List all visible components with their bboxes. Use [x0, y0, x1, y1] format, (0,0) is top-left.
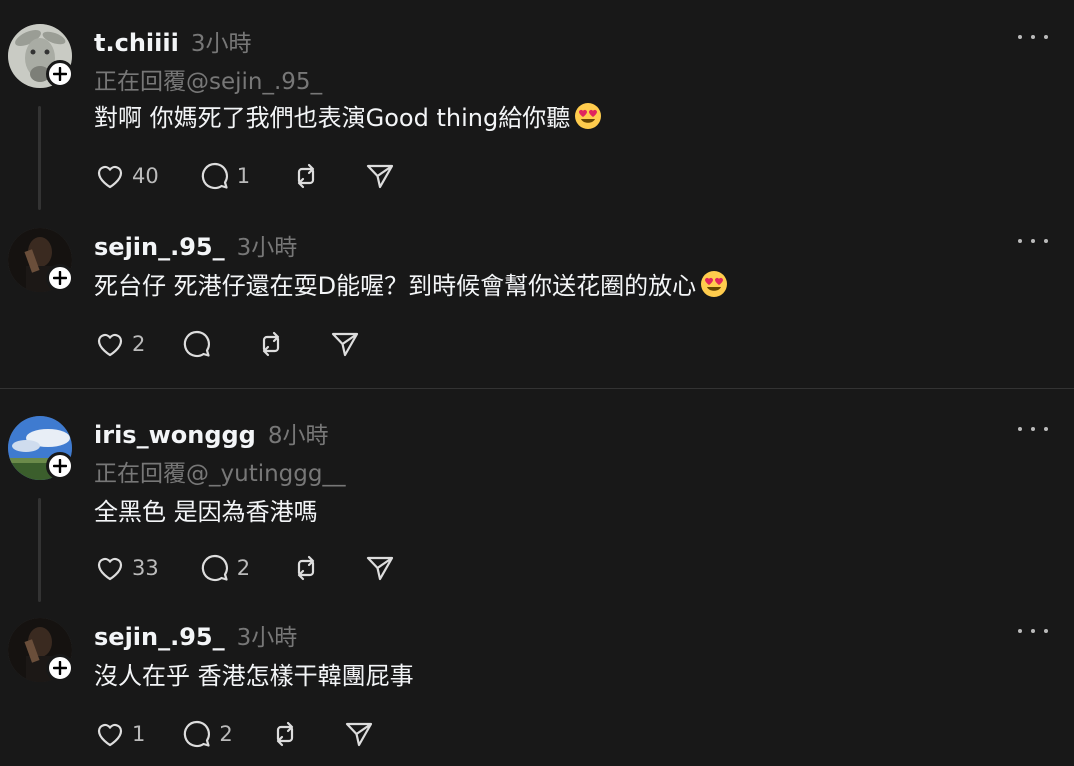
follow-button[interactable] — [46, 264, 74, 292]
heart-eyes-emoji-icon — [700, 270, 728, 298]
heart-icon — [97, 165, 123, 189]
comment-icon — [184, 720, 211, 748]
post-text-row: 對啊 你媽死了我們也表演Good thing給你聽 — [94, 98, 602, 133]
heart-icon — [97, 557, 123, 581]
like-count: 1 — [132, 722, 146, 746]
thread-line — [38, 106, 41, 210]
heart-icon — [97, 723, 123, 747]
repost-icon — [298, 163, 315, 189]
avatar[interactable] — [8, 618, 74, 682]
reply-post: sejin_.95_ 3小時 死台仔 死港仔還在耍D能喔？到時候會幫你送花圈的放… — [0, 228, 1074, 378]
like-count: 40 — [132, 164, 159, 188]
send-icon — [345, 722, 372, 747]
comment-button[interactable]: 2 — [181, 718, 233, 750]
avatar[interactable] — [8, 24, 74, 88]
repost-button[interactable] — [290, 552, 322, 584]
follow-button[interactable] — [46, 60, 74, 88]
like-button[interactable]: 2 — [94, 328, 145, 360]
repost-button[interactable] — [290, 160, 322, 192]
thread-line — [38, 498, 41, 602]
comment-count: 1 — [236, 164, 251, 188]
username[interactable]: sejin_.95_ — [94, 623, 225, 651]
reply-post: sejin_.95_ 3小時 沒人在乎 香港怎樣干韓團屁事 1 2 — [0, 618, 1074, 766]
plus-icon — [53, 67, 67, 81]
reply-post: iris_wonggg 8小時 正在回覆@_yutinggg__ 全黑色 是因為… — [0, 416, 1074, 602]
share-button[interactable] — [329, 328, 361, 360]
share-button[interactable] — [364, 552, 396, 584]
send-icon — [367, 164, 394, 189]
send-icon — [332, 332, 359, 357]
comment-icon — [201, 554, 228, 582]
share-button[interactable] — [364, 160, 396, 192]
more-options-icon[interactable] — [1018, 30, 1048, 44]
timestamp[interactable]: 8小時 — [268, 416, 329, 450]
replying-to[interactable]: 正在回覆@sejin_.95_ — [94, 62, 322, 96]
heart-icon — [97, 333, 123, 357]
repost-button[interactable] — [269, 718, 301, 750]
post-text-row: 死台仔 死港仔還在耍D能喔？到時候會幫你送花圈的放心 — [94, 266, 728, 301]
reply-post: t.chiiii 3小時 正在回覆@sejin_.95_ 對啊 你媽死了我們也表… — [0, 24, 1074, 210]
follow-button[interactable] — [46, 452, 74, 480]
avatar[interactable] — [8, 228, 74, 292]
more-options-icon[interactable] — [1018, 234, 1048, 248]
comment-button[interactable]: 2 — [199, 552, 250, 584]
like-count: 2 — [132, 332, 146, 356]
action-bar: 33 2 — [94, 552, 396, 584]
post-text-row: 全黑色 是因為香港嗎 — [94, 492, 318, 527]
plus-icon — [53, 459, 67, 473]
repost-icon — [276, 721, 293, 747]
comment-button[interactable]: 1 — [199, 160, 250, 192]
plus-icon — [53, 661, 67, 675]
follow-button[interactable] — [46, 654, 74, 682]
like-button[interactable]: 33 — [94, 552, 159, 584]
post-text: 全黑色 是因為香港嗎 — [94, 498, 318, 526]
action-bar: 2 — [94, 328, 361, 360]
plus-icon — [53, 271, 67, 285]
avatar[interactable] — [8, 416, 74, 480]
comment-icon — [201, 162, 228, 190]
comment-button[interactable] — [181, 328, 213, 360]
repost-icon — [263, 331, 280, 357]
thread-divider — [0, 388, 1074, 389]
repost-icon — [298, 555, 315, 581]
like-count: 33 — [132, 556, 159, 580]
username[interactable]: sejin_.95_ — [94, 233, 225, 261]
send-icon — [367, 556, 394, 581]
repost-button[interactable] — [255, 328, 287, 360]
timestamp[interactable]: 3小時 — [191, 24, 252, 58]
timestamp[interactable]: 3小時 — [237, 618, 298, 652]
more-options-icon[interactable] — [1018, 422, 1048, 436]
comment-icon — [184, 330, 211, 358]
more-options-icon[interactable] — [1018, 624, 1048, 638]
timestamp[interactable]: 3小時 — [237, 228, 298, 262]
username[interactable]: t.chiiii — [94, 29, 179, 57]
heart-eyes-emoji-icon — [574, 102, 602, 130]
post-text: 對啊 你媽死了我們也表演Good thing給你聽 — [94, 104, 571, 132]
comment-count: 2 — [219, 722, 233, 746]
username[interactable]: iris_wonggg — [94, 421, 256, 449]
like-button[interactable]: 1 — [94, 718, 145, 750]
action-bar: 1 2 — [94, 718, 375, 750]
post-text-row: 沒人在乎 香港怎樣干韓團屁事 — [94, 656, 414, 691]
replying-to[interactable]: 正在回覆@_yutinggg__ — [94, 454, 345, 488]
comment-count: 2 — [236, 556, 251, 580]
share-button[interactable] — [343, 718, 375, 750]
post-text: 沒人在乎 香港怎樣干韓團屁事 — [94, 662, 414, 690]
like-button[interactable]: 40 — [94, 160, 159, 192]
post-text: 死台仔 死港仔還在耍D能喔？到時候會幫你送花圈的放心 — [94, 272, 697, 300]
action-bar: 40 1 — [94, 160, 396, 192]
